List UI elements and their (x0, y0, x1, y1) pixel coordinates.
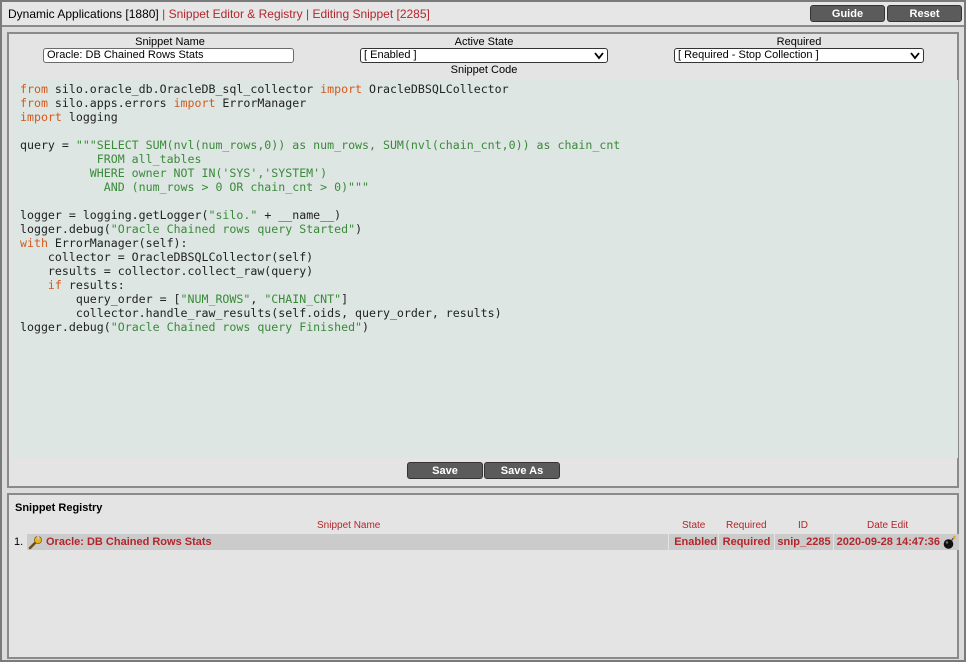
code-line: with ErrorManager(self): (20, 236, 188, 250)
table-row[interactable]: Oracle: DB Chained Rows Stats Enabled Re… (27, 534, 959, 550)
title-bar: Dynamic Applications [1880] | Snippet Ed… (2, 2, 964, 27)
column-header-state[interactable]: State (682, 520, 705, 531)
row-required: Required (718, 534, 774, 550)
chevron-down-icon (910, 52, 920, 60)
snippet-name-input[interactable]: Oracle: DB Chained Rows Stats (43, 48, 294, 63)
code-line: collector = OracleDBSQLCollector(self) (20, 250, 314, 264)
chevron-down-icon (594, 52, 604, 60)
breadcrumb-snippet-editor[interactable]: Snippet Editor & Registry (169, 7, 303, 21)
code-line: from silo.apps.errors import ErrorManage… (20, 96, 307, 110)
snippet-name-link[interactable]: Oracle: DB Chained Rows Stats (46, 534, 212, 550)
snippet-editor-window: Dynamic Applications [1880] | Snippet Ed… (0, 0, 966, 662)
guide-button[interactable]: Guide (810, 5, 885, 22)
breadcrumb: Dynamic Applications [1880] | Snippet Ed… (8, 7, 430, 21)
row-index: 1. (14, 536, 24, 548)
required-select[interactable]: [ Required - Stop Collection ] (674, 48, 924, 63)
code-line: collector.handle_raw_results(self.oids, … (20, 306, 502, 320)
snippet-code-editor[interactable]: from silo.oracle_db.OracleDB_sql_collect… (12, 80, 958, 458)
code-line: from silo.oracle_db.OracleDB_sql_collect… (20, 82, 509, 96)
required-value: [ Required - Stop Collection ] (678, 49, 819, 61)
reset-button[interactable]: Reset (887, 5, 962, 22)
code-line: logger.debug("Oracle Chained rows query … (20, 222, 363, 236)
code-line: AND (num_rows > 0 OR chain_cnt > 0)""" (20, 180, 370, 194)
code-line: WHERE owner NOT IN('SYS','SYSTEM') (20, 166, 328, 180)
save-as-button[interactable]: Save As (484, 462, 560, 479)
active-state-value: [ Enabled ] (364, 49, 417, 61)
code-line: logger = logging.getLogger("silo." + __n… (20, 208, 342, 222)
code-line: query_order = ["NUM_ROWS", "CHAIN_CNT"] (20, 292, 349, 306)
snippet-name-label: Snippet Name (135, 36, 205, 48)
registry-title: Snippet Registry (15, 502, 103, 514)
bomb-icon[interactable] (942, 535, 957, 550)
code-line: FROM all_tables (20, 152, 202, 166)
save-button[interactable]: Save (407, 462, 483, 479)
code-line: query = """SELECT SUM(nvl(num_rows,0)) a… (20, 138, 621, 152)
row-id: snip_2285 (774, 534, 833, 550)
column-header-id[interactable]: ID (798, 520, 808, 531)
column-header-date-edit[interactable]: Date Edit (867, 520, 908, 531)
column-header-required[interactable]: Required (726, 520, 767, 531)
row-state: Enabled (668, 534, 718, 550)
code-line: if results: (47, 278, 125, 292)
code-line: import logging (20, 110, 118, 124)
active-state-select[interactable]: [ Enabled ] (360, 48, 608, 63)
snippet-registry-panel (7, 493, 959, 659)
code-line: logger.debug("Oracle Chained rows query … (20, 320, 370, 334)
wrench-icon[interactable] (28, 535, 43, 550)
breadcrumb-separator: | (305, 7, 310, 21)
snippet-code-label: Snippet Code (450, 64, 518, 76)
required-label: Required (776, 36, 822, 48)
row-date-edit: 2020-09-28 14:47:36 (833, 534, 941, 550)
breadcrumb-editing-snippet: Editing Snippet [2285] (312, 7, 430, 21)
active-state-label: Active State (454, 36, 514, 48)
code-line: results = collector.collect_raw(query) (20, 264, 314, 278)
breadcrumb-separator: | (162, 7, 166, 21)
column-header-snippet-name[interactable]: Snippet Name (317, 520, 380, 531)
breadcrumb-dynamic-applications[interactable]: Dynamic Applications [1880] (8, 7, 159, 21)
